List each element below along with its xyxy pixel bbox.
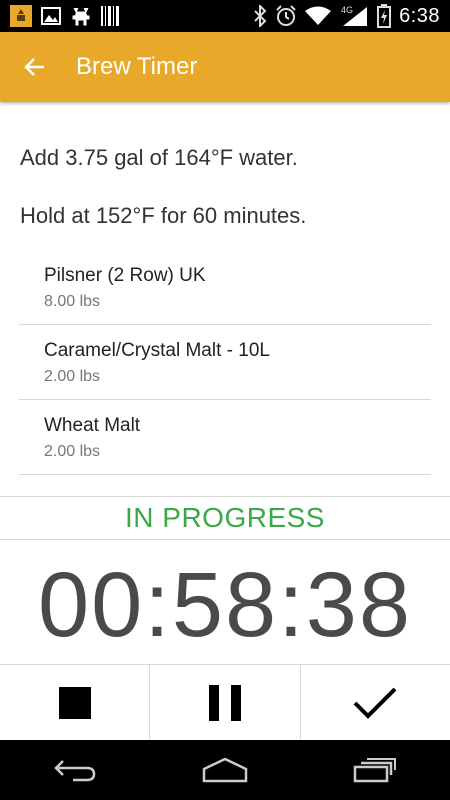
list-item: Pilsner (2 Row) UK 8.00 lbs: [19, 250, 431, 325]
instruction-add-water: Add 3.75 gal of 164°F water.: [20, 145, 298, 170]
wifi-icon: [305, 6, 332, 26]
list-item: Wheat Malt 2.00 lbs: [19, 400, 431, 475]
ingredient-amount: 2.00 lbs: [44, 367, 101, 385]
ingredient-list: Pilsner (2 Row) UK 8.00 lbs Caramel/Crys…: [19, 250, 431, 475]
page-title: Brew Timer: [76, 53, 198, 80]
pause-icon: [208, 684, 241, 721]
network-type-label: 4G: [341, 5, 353, 15]
status-clock: 6:38: [399, 4, 440, 27]
complete-button[interactable]: [301, 665, 450, 740]
nav-home-button[interactable]: [180, 740, 270, 800]
ingredient-name: Wheat Malt: [44, 415, 141, 436]
system-icons: 4G 6:38: [253, 4, 450, 28]
deer-icon: [70, 6, 92, 26]
back-button[interactable]: [0, 32, 70, 102]
back-icon: [54, 760, 96, 782]
ingredient-amount: 8.00 lbs: [44, 292, 101, 310]
status-bar: 4G 6:38: [0, 0, 450, 32]
nav-back-button[interactable]: [30, 740, 120, 800]
battery-icon: [377, 4, 392, 28]
pause-button[interactable]: [150, 665, 301, 740]
signal-icon: 4G: [339, 5, 369, 27]
ingredient-amount: 2.00 lbs: [44, 442, 101, 460]
ingredient-name: Pilsner (2 Row) UK: [44, 265, 206, 286]
instruction-hold-temp: Hold at 152°F for 60 minutes.: [20, 203, 307, 228]
status-label: IN PROGRESS: [125, 502, 325, 533]
bluetooth-icon: [253, 5, 267, 27]
brewery-icon: [10, 5, 32, 27]
stop-button[interactable]: [0, 665, 151, 740]
countdown-timer: 00:58:38: [37, 553, 413, 656]
ingredient-name: Caramel/Crystal Malt - 10L: [44, 340, 270, 361]
app-bar: Brew Timer: [0, 32, 450, 102]
alarm-icon: [275, 5, 297, 27]
navigation-bar: [0, 740, 450, 800]
stop-icon: [58, 686, 91, 719]
recent-apps-icon: [353, 758, 396, 783]
timer-controls: [0, 664, 450, 740]
image-icon: [41, 7, 61, 25]
list-item: Caramel/Crystal Malt - 10L 2.00 lbs: [19, 325, 431, 400]
barcode-icon: [101, 6, 119, 26]
nav-recent-apps-button[interactable]: [330, 740, 420, 800]
notification-icons: [0, 5, 119, 27]
home-icon: [202, 757, 248, 783]
checkmark-icon: [353, 687, 397, 719]
arrow-left-icon: [24, 58, 44, 76]
timer-status: IN PROGRESS: [0, 496, 450, 540]
